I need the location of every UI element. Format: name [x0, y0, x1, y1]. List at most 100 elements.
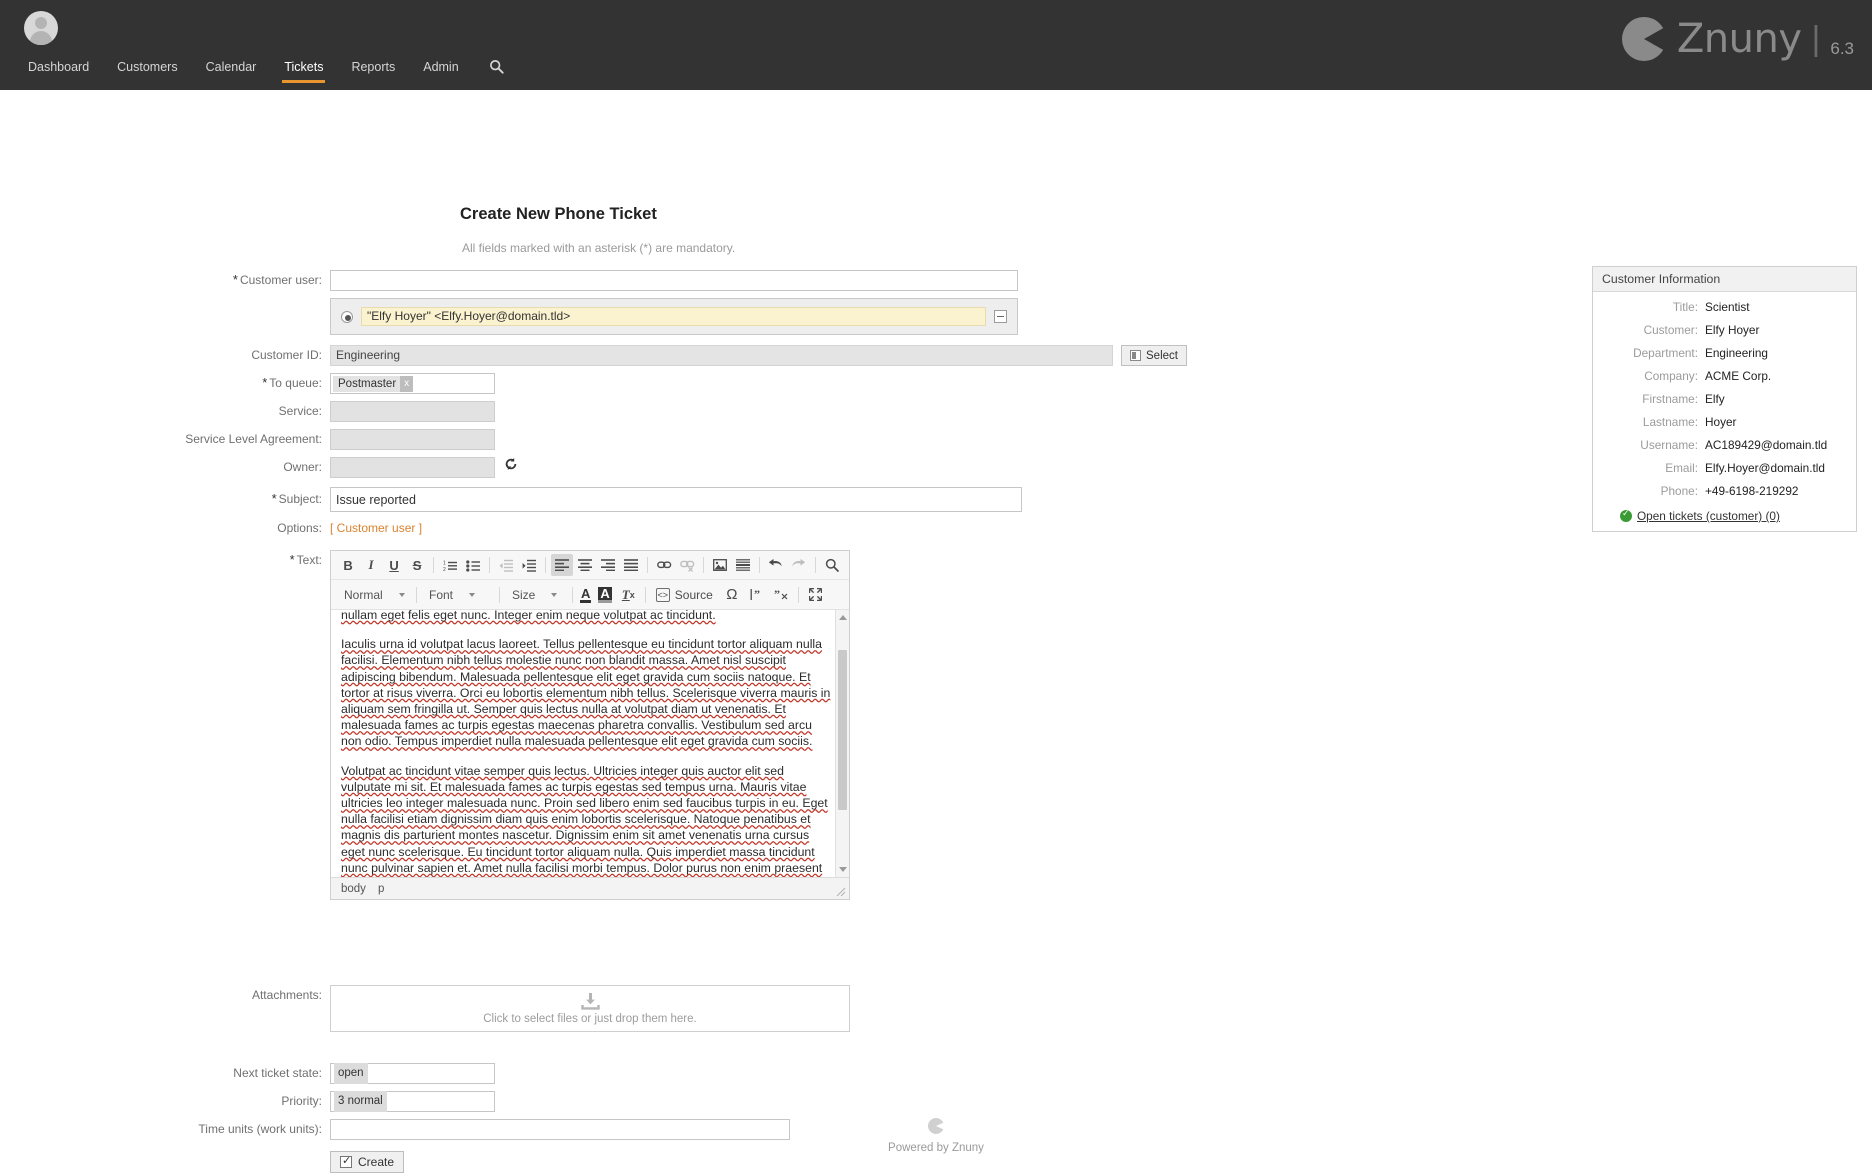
source-label: Source [675, 588, 713, 602]
blockquote-icon[interactable]: ” [746, 584, 769, 606]
horizontal-rule-icon[interactable] [732, 554, 754, 576]
service-label: Service: [100, 401, 330, 421]
owner-label: Owner: [100, 457, 330, 477]
upload-icon [581, 993, 600, 1010]
numbered-list-icon[interactable]: 1 2 [439, 554, 461, 576]
required-asterisk: * [290, 552, 297, 567]
row-sla: Service Level Agreement: [100, 429, 495, 450]
remove-format-icon[interactable]: Tx [617, 584, 640, 606]
main-navigation: Dashboard Customers Calendar Tickets Rep… [14, 56, 516, 83]
align-center-icon[interactable] [574, 554, 596, 576]
align-right-icon[interactable] [597, 554, 619, 576]
powered-by-label: Powered by Znuny [888, 1142, 984, 1154]
avatar[interactable] [24, 11, 58, 45]
scrollbar-thumb[interactable] [838, 650, 847, 810]
toolbar-separator [647, 557, 648, 573]
find-icon[interactable] [821, 554, 843, 576]
info-row-username: Username: AC189429@domain.tld [1593, 438, 1856, 452]
to-queue-field[interactable]: Postmaster x [330, 373, 495, 394]
row-service: Service: [100, 401, 495, 422]
paragraph-format-dropdown[interactable]: Normal [337, 584, 411, 606]
options-customer-user-link[interactable]: [ Customer user ] [330, 518, 422, 538]
background-color-icon[interactable]: A [596, 587, 615, 603]
link-icon[interactable] [653, 554, 675, 576]
decrease-indent-icon[interactable] [495, 554, 517, 576]
dropzone-text: Click to select files or just drop them … [483, 1013, 696, 1025]
undo-icon[interactable] [765, 554, 787, 576]
to-queue-label: *To queue: [100, 373, 330, 393]
suggestion-value[interactable]: "Elfy Hoyer" <Elfy.Hoyer@domain.tld> [361, 307, 986, 326]
info-key: Phone: [1593, 484, 1705, 498]
scroll-up-icon[interactable] [839, 615, 847, 620]
element-path-body[interactable]: body [341, 883, 366, 895]
row-customer-id: Customer ID: Engineering Select [100, 345, 1187, 366]
info-key: Username: [1593, 438, 1705, 452]
nav-item-calendar[interactable]: Calendar [192, 56, 271, 83]
maximize-icon[interactable] [804, 584, 827, 606]
chevron-down-icon [551, 593, 557, 597]
attachment-dropzone[interactable]: Click to select files or just drop them … [330, 985, 850, 1032]
info-key: Title: [1593, 300, 1705, 314]
nav-item-dashboard[interactable]: Dashboard [14, 56, 103, 83]
avatar-body [30, 31, 52, 45]
search-icon[interactable] [473, 57, 516, 83]
increase-indent-icon[interactable] [518, 554, 540, 576]
next-state-value: open [334, 1063, 368, 1084]
info-value: Elfy Hoyer [1705, 323, 1759, 337]
queue-token-remove-icon[interactable]: x [400, 376, 413, 392]
info-row-customer: Customer: Elfy Hoyer [1593, 323, 1856, 337]
remove-quote-icon[interactable]: ” [770, 584, 793, 606]
select-customer-id-button[interactable]: Select [1121, 345, 1187, 366]
svg-text:1: 1 [443, 560, 446, 566]
element-path-p[interactable]: p [378, 883, 384, 895]
align-left-icon[interactable] [551, 554, 573, 576]
redo-icon[interactable] [788, 554, 810, 576]
underline-icon[interactable]: U [383, 554, 405, 576]
image-icon[interactable] [709, 554, 731, 576]
toolbar-separator [433, 557, 434, 573]
customer-user-radio[interactable] [341, 311, 353, 323]
toolbar-separator [798, 587, 799, 603]
nav-item-tickets[interactable]: Tickets [270, 56, 337, 83]
editor-text: nullam eget felis eget nunc. Integer eni… [331, 610, 849, 877]
customer-user-input[interactable] [330, 270, 1018, 291]
info-row-firstname: Firstname: Elfy [1593, 392, 1856, 406]
size-dropdown[interactable]: Size [505, 584, 567, 606]
refresh-icon[interactable] [504, 457, 518, 471]
svg-text:”: ” [754, 588, 760, 601]
priority-select[interactable]: 3 normal [330, 1091, 495, 1112]
italic-icon[interactable]: I [360, 554, 382, 576]
owner-select[interactable] [330, 457, 495, 478]
bold-icon[interactable]: B [337, 554, 359, 576]
bulleted-list-icon[interactable] [462, 554, 484, 576]
editor-scrollbar[interactable] [835, 610, 849, 877]
align-justify-icon[interactable] [620, 554, 642, 576]
toolbar-separator [489, 557, 490, 573]
nav-item-customers[interactable]: Customers [103, 56, 191, 83]
subject-input[interactable] [330, 487, 1022, 512]
customer-user-label: *Customer user: [100, 270, 330, 290]
priority-label: Priority: [100, 1091, 330, 1111]
text-label: *Text: [100, 550, 330, 570]
text-color-icon[interactable]: A [578, 587, 595, 603]
customer-information-panel: Customer Information Title: Scientist Cu… [1592, 266, 1857, 532]
open-tickets-link[interactable]: Open tickets (customer) (0) [1637, 509, 1780, 523]
subject-label: *Subject: [100, 487, 330, 511]
next-state-select[interactable]: open [330, 1063, 495, 1084]
source-button[interactable]: <> Source [651, 584, 718, 606]
resize-handle[interactable] [836, 887, 846, 897]
font-dropdown[interactable]: Font [422, 584, 494, 606]
editor-toolbar-row-1: B I U S 1 2 [331, 551, 849, 579]
nav-item-reports[interactable]: Reports [337, 56, 409, 83]
special-character-icon[interactable]: Ω [719, 584, 745, 606]
unlink-icon[interactable] [676, 554, 698, 576]
logo-text: Znuny [1677, 16, 1802, 62]
scroll-down-icon[interactable] [839, 867, 847, 872]
service-select[interactable] [330, 401, 495, 422]
minus-icon[interactable] [994, 310, 1007, 323]
editor-content-area[interactable]: nullam eget felis eget nunc. Integer eni… [331, 609, 849, 877]
nav-item-admin[interactable]: Admin [409, 56, 472, 83]
sla-select[interactable] [330, 429, 495, 450]
strikethrough-icon[interactable]: S [406, 554, 428, 576]
info-row-email: Email: Elfy.Hoyer@domain.tld [1593, 461, 1856, 475]
